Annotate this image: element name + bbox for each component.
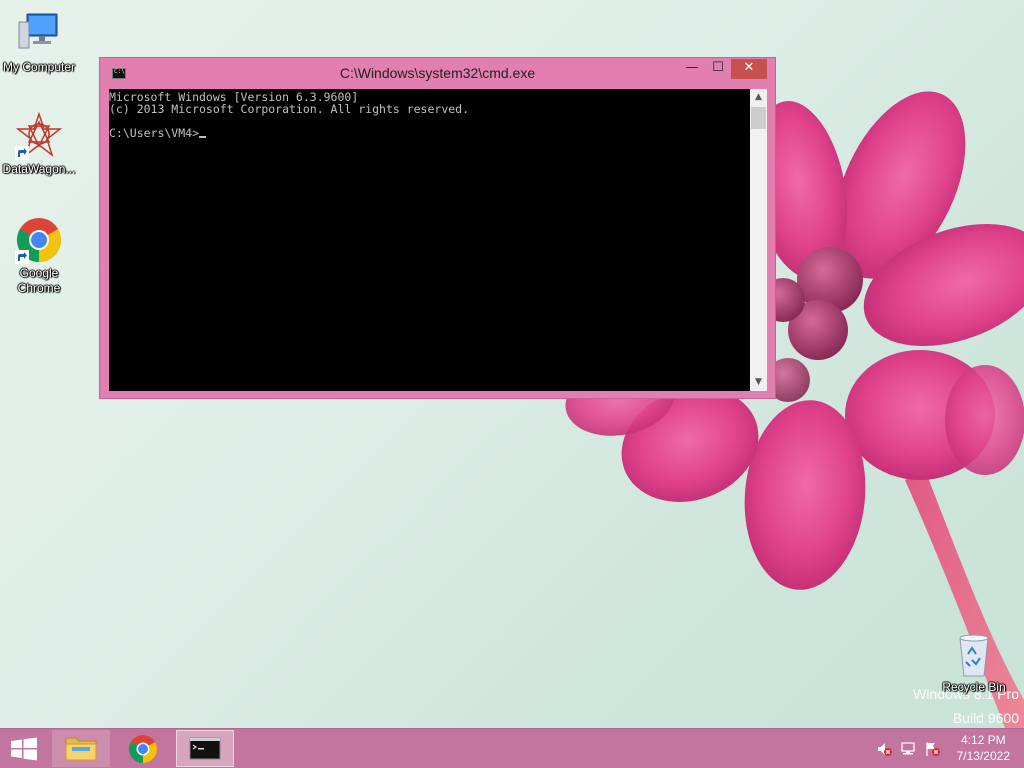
cmd-window[interactable]: C:\ C:\Windows\system32\cmd.exe — ☐ ✕ Mi…	[99, 57, 776, 399]
taskbar-item-file-explorer[interactable]	[52, 730, 110, 767]
computer-icon	[15, 10, 63, 58]
action-center-flag-icon[interactable]	[924, 741, 940, 757]
shortcut-arrow-icon	[15, 250, 29, 264]
maximize-button[interactable]: ☐	[705, 59, 731, 79]
desktop-icon-datawagon[interactable]: DataWagon...	[1, 111, 77, 177]
folder-icon	[65, 737, 97, 761]
console-line: ​	[109, 115, 749, 127]
system-tray: 4:12 PM 7/13/2022	[864, 729, 1024, 768]
clock-date: 7/13/2022	[956, 749, 1010, 763]
taskbar: 4:12 PM 7/13/2022	[0, 728, 1024, 768]
taskbar-item-command-prompt[interactable]	[176, 730, 234, 767]
clock-time: 4:12 PM	[960, 733, 1006, 747]
windows-build-watermark: Build 9600	[952, 710, 1019, 726]
desktop-icon-recycle-bin[interactable]: Recycle Bin	[936, 630, 1012, 695]
cmd-icon	[189, 737, 221, 760]
datawagon-icon	[15, 111, 63, 160]
scroll-up-arrow-icon[interactable]: ▲	[750, 89, 767, 106]
taskbar-clock[interactable]: 4:12 PM 7/13/2022	[957, 732, 1010, 764]
speaker-muted-icon[interactable]	[876, 741, 892, 757]
console-prompt-line: C:\Users\VM4>	[109, 127, 749, 139]
desktop-icon-label: My Computer	[2, 60, 76, 74]
start-button[interactable]	[0, 729, 48, 768]
recycle-bin-icon	[950, 630, 998, 678]
desktop-icon-my-computer[interactable]: My Computer	[1, 10, 77, 75]
window-title: C:\Windows\system32\cmd.exe	[339, 65, 536, 81]
vertical-scrollbar[interactable]: ▲ ▼	[750, 89, 767, 391]
scroll-down-arrow-icon[interactable]: ▼	[750, 374, 767, 391]
taskbar-item-google-chrome[interactable]	[114, 730, 172, 767]
text-cursor	[199, 136, 207, 138]
console-prompt: C:\Users\VM4>	[109, 126, 200, 140]
windows-logo-icon	[11, 737, 37, 761]
shortcut-arrow-icon	[15, 146, 29, 160]
desktop-icon-label: Recycle Bin	[942, 680, 1006, 694]
close-button[interactable]: ✕	[731, 59, 767, 79]
network-icon[interactable]	[900, 741, 916, 757]
chrome-icon	[15, 216, 63, 264]
cmd-titlebar[interactable]: C:\ C:\Windows\system32\cmd.exe — ☐ ✕	[100, 58, 775, 88]
minimize-button[interactable]: —	[679, 59, 705, 79]
desktop: My Computer DataWagon... Google Chrome W…	[0, 0, 1024, 768]
console-line: (c) 2013 Microsoft Corporation. All righ…	[109, 102, 470, 116]
desktop-icon-label: DataWagon...	[2, 162, 76, 176]
cmd-client-area: Microsoft Windows [Version 6.3.9600] (c) …	[109, 89, 767, 391]
console-output[interactable]: Microsoft Windows [Version 6.3.9600] (c) …	[109, 89, 749, 391]
scrollbar-thumb[interactable]	[751, 107, 766, 129]
desktop-icon-google-chrome[interactable]: Google Chrome	[1, 216, 77, 296]
desktop-icon-label: Google Chrome	[17, 266, 61, 295]
chrome-icon	[129, 735, 157, 763]
